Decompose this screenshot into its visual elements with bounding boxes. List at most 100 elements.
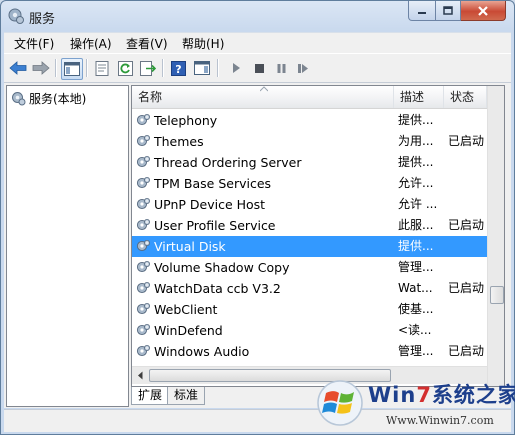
service-description: 提供... <box>398 155 434 169</box>
service-name: WinDefend <box>154 323 223 338</box>
service-description: 提供... <box>398 239 434 253</box>
tree-item-services-local[interactable]: 服务(本地) <box>11 90 86 107</box>
table-row[interactable]: Telephony 提供... <box>132 110 487 131</box>
tab-extended[interactable]: 扩展 <box>131 387 170 405</box>
menu-bar: 文件(F) 操作(A) 查看(V) 帮助(H) <box>4 32 511 53</box>
back-arrow-icon <box>9 61 27 75</box>
service-status: 已启动 <box>448 344 485 358</box>
service-description: 允许 ... <box>398 197 438 211</box>
service-name: TPM Base Services <box>154 176 272 191</box>
table-row[interactable]: UPnP Device Host 允许 ... <box>132 194 487 215</box>
maximize-button[interactable] <box>436 1 461 21</box>
forward-button[interactable] <box>31 58 51 78</box>
service-name-cell: Thread Ordering Server <box>136 152 391 173</box>
service-status <box>448 299 488 320</box>
export-list-button[interactable] <box>138 58 158 78</box>
gear-icon <box>136 282 150 294</box>
menu-action[interactable]: 操作(A) <box>70 35 112 52</box>
close-button[interactable] <box>461 1 506 21</box>
show-action-pane-button[interactable] <box>192 58 212 78</box>
minimize-button[interactable] <box>408 1 436 21</box>
service-name-cell: TPM Base Services <box>136 173 391 194</box>
service-name: Telephony <box>154 113 218 128</box>
column-header-description[interactable]: 描述 <box>394 86 444 108</box>
service-name-cell: WebClient <box>136 299 391 320</box>
restart-icon <box>298 63 308 73</box>
help-button[interactable]: ? <box>168 58 188 78</box>
watermark-brand-name: 系统之家 <box>431 383 515 407</box>
watermark-seven: 7 <box>416 383 432 407</box>
table-row[interactable]: Virtual Disk 提供... <box>132 236 487 257</box>
service-status <box>448 173 488 194</box>
refresh-icon <box>117 60 133 76</box>
windows-logo-icon <box>317 380 363 426</box>
service-name-cell: Windows Audio <box>136 341 391 362</box>
gear-icon <box>136 324 150 336</box>
table-row[interactable]: TPM Base Services 允许... <box>132 173 487 194</box>
forward-arrow-icon <box>32 61 50 75</box>
column-header-status[interactable]: 状态 <box>444 86 487 108</box>
svg-text:?: ? <box>175 63 181 76</box>
tab-standard[interactable]: 标准 <box>167 387 206 405</box>
table-row[interactable]: Thread Ordering Server 提供... <box>132 152 487 173</box>
service-description: 为用... <box>398 134 434 148</box>
pause-service-button[interactable] <box>271 58 291 78</box>
service-description: 提供... <box>398 113 434 127</box>
pause-icon <box>277 63 285 73</box>
service-name-cell: WatchData ccb V3.2 <box>136 278 391 299</box>
service-name-cell: Volume Shadow Copy <box>136 257 391 278</box>
service-name: WatchData ccb V3.2 <box>154 281 281 296</box>
service-description: 使基... <box>398 302 434 316</box>
table-row[interactable]: WebClient 使基... <box>132 299 487 320</box>
properties-icon <box>95 60 109 76</box>
gear-icon <box>136 345 150 357</box>
stop-service-button[interactable] <box>249 58 269 78</box>
service-description: <读... <box>398 323 432 337</box>
service-description: Wat... <box>398 281 433 295</box>
sort-ascending-icon <box>260 86 268 92</box>
table-row[interactable]: Themes 为用... 已启动 <box>132 131 487 152</box>
start-service-button[interactable] <box>226 58 246 78</box>
service-name: Virtual Disk <box>154 239 226 254</box>
properties-button[interactable] <box>92 58 112 78</box>
watermark-win: Win <box>368 383 417 407</box>
list-header: 名称 描述 状态 <box>132 86 487 109</box>
table-row[interactable]: WatchData ccb V3.2 Wat... 已启动 <box>132 278 487 299</box>
show-console-tree-button[interactable] <box>61 58 83 80</box>
service-status <box>448 236 488 257</box>
back-button[interactable] <box>8 58 28 78</box>
service-status <box>448 320 488 341</box>
refresh-button[interactable] <box>115 58 135 78</box>
table-row[interactable]: Volume Shadow Copy 管理... <box>132 257 487 278</box>
service-name-cell: Themes <box>136 131 391 152</box>
maximize-icon <box>443 6 453 15</box>
services-gear-icon <box>12 92 26 106</box>
title-bar[interactable]: 服务 <box>1 1 514 31</box>
service-name: Windows Audio <box>154 344 250 359</box>
toolbar: ? <box>4 53 511 83</box>
restart-service-button[interactable] <box>293 58 313 78</box>
table-row[interactable]: User Profile Service 此服... 已启动 <box>132 215 487 236</box>
watermark-brand: Win7系统之家 <box>368 379 515 409</box>
tree-item-label: 服务(本地) <box>29 92 87 106</box>
service-name: WebClient <box>154 302 218 317</box>
console-tree-pane: 服务(本地) <box>6 85 129 407</box>
service-name-cell: Virtual Disk <box>136 236 391 257</box>
site-watermark: Win7系统之家 Www.Winwin7.com <box>316 370 515 435</box>
gear-icon <box>136 240 150 252</box>
service-description: 管理... <box>398 260 434 274</box>
menu-help[interactable]: 帮助(H) <box>182 35 224 52</box>
service-status: 已启动 <box>448 134 485 148</box>
menu-view[interactable]: 查看(V) <box>126 35 168 52</box>
scroll-left-arrow-icon[interactable] <box>137 371 143 380</box>
toolbar-separator <box>217 59 219 77</box>
menu-file[interactable]: 文件(F) <box>14 35 54 52</box>
table-row[interactable]: WinDefend <读... <box>132 320 487 341</box>
toolbar-separator <box>162 59 164 77</box>
gear-icon <box>136 156 150 168</box>
vertical-scrollbar[interactable] <box>487 86 504 386</box>
vertical-scroll-thumb[interactable] <box>490 286 504 304</box>
table-row[interactable]: Windows Audio 管理... 已启动 <box>132 341 487 362</box>
export-icon <box>140 60 156 76</box>
service-description: 此服... <box>398 218 434 232</box>
